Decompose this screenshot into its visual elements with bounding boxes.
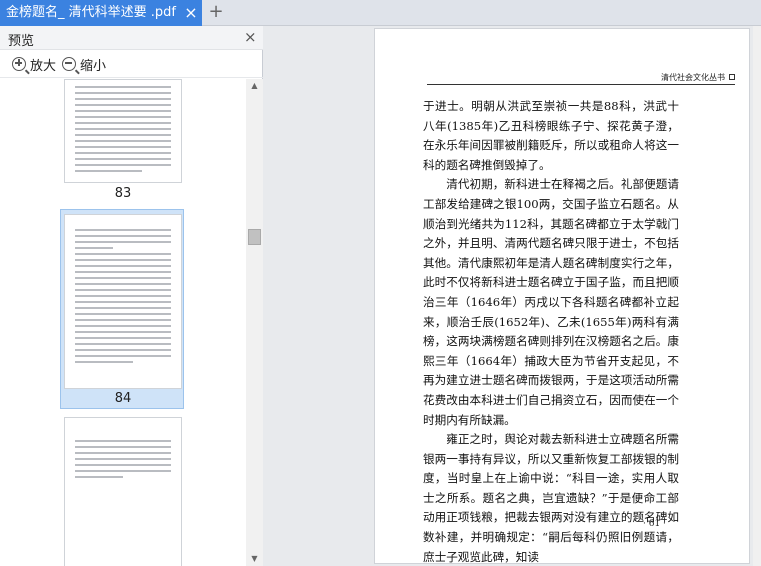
running-head: 清代社会文化丛书 [427,73,735,85]
thumbnail-page-83[interactable] [64,79,182,183]
page-body: 于进士。明朝从洪武至崇祯一共是88科，洪武十八年(1385年)乙丑科榜眼练子宁、… [423,97,679,566]
paragraph: 于进士。明朝从洪武至崇祯一共是88科，洪武十八年(1385年)乙丑科榜眼练子宁、… [423,99,679,172]
zoom-in-icon [12,57,26,71]
paragraph: 清代初期，新科进士在释褐之后。礼部便题请工部发给建碑之银100两，交国子监立石题… [423,177,679,427]
tab-document[interactable]: 金榜题名_ 清代科举述要 .pdf [0,0,202,26]
zoom-out-label: 缩小 [80,58,107,74]
thumbnail-page-number: 84 [114,391,132,406]
scrollbar-thumb[interactable] [248,229,261,245]
page-folio: · 61 · [643,519,666,529]
zoom-out-button[interactable]: 缩小 [62,54,106,74]
new-tab-icon[interactable]: + [205,0,227,26]
preview-panel: 预览 × 放大 缩小 83 84 ▲ ▼ [0,26,263,566]
thumbnail-page-84[interactable] [64,214,182,389]
zoom-in-button[interactable]: 放大 [12,54,56,74]
tab-label: 金榜题名_ 清代科举述要 .pdf [6,5,176,20]
tab-bar: 金榜题名_ 清代科举述要 .pdf × + [0,0,761,26]
close-tab-icon[interactable]: × [182,0,200,26]
document-view[interactable]: 清代社会文化丛书 于进士。明朝从洪武至崇祯一共是88科，洪武十八年(1385年)… [264,26,761,566]
square-icon [729,74,735,80]
scroll-down-icon[interactable]: ▼ [246,552,263,566]
zoom-in-label: 放大 [30,58,57,74]
scroll-up-icon[interactable]: ▲ [246,79,263,93]
running-head-text: 清代社会文化丛书 [661,73,725,82]
close-panel-icon[interactable]: × [244,28,257,46]
document-page: 清代社会文化丛书 于进士。明朝从洪武至崇祯一共是88科，洪武十八年(1385年)… [374,28,750,564]
thumbnail-scrollbar[interactable]: ▲ ▼ [246,79,263,566]
paragraph: 雍正之时，舆论对裁去新科进士立碑题名所需银两一事持有异议，所以又重新恢复工部拨银… [423,432,679,564]
thumbnail-page-85[interactable] [64,417,182,566]
thumbnail-page-number: 83 [114,186,132,201]
zoom-out-icon [62,57,76,71]
thumbnail-list: 83 84 [0,79,246,566]
preview-toolbar: 放大 缩小 [0,50,263,78]
preview-panel-title: 预览 [8,34,35,49]
preview-panel-header: 预览 × [0,26,263,50]
document-scrollbar[interactable] [753,26,761,566]
